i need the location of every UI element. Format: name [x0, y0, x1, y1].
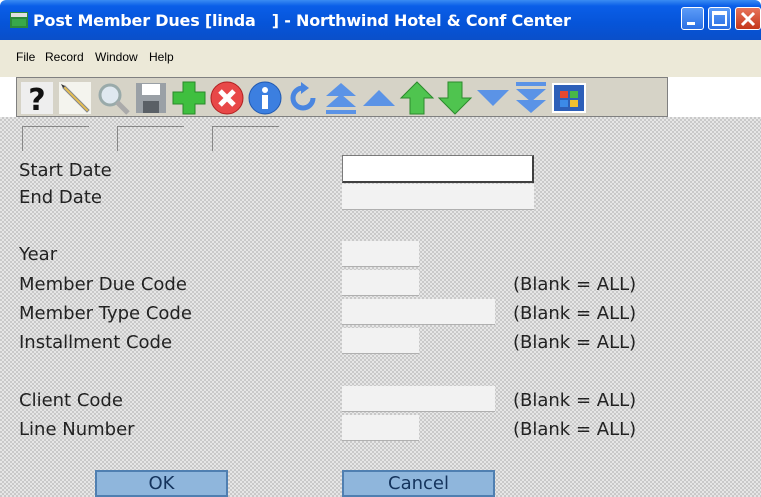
help-icon[interactable]: ?	[19, 80, 55, 118]
year-field[interactable]	[342, 241, 419, 267]
first-record-icon[interactable]	[323, 80, 359, 116]
client-code-field[interactable]	[342, 386, 495, 412]
menu-record[interactable]: Record	[45, 50, 84, 64]
member-due-code-label: Member Due Code	[19, 274, 187, 295]
client-code-note: (Blank = ALL)	[513, 390, 637, 411]
status-box-2	[117, 126, 184, 151]
edit-pencil-icon[interactable]	[57, 80, 93, 116]
previous-record-icon[interactable]	[361, 80, 397, 116]
toolbar: ?	[16, 77, 668, 118]
next-record-icon[interactable]	[475, 80, 511, 116]
member-type-code-note: (Blank = ALL)	[513, 303, 637, 324]
info-icon[interactable]	[247, 80, 283, 116]
menu-file[interactable]: File	[16, 50, 35, 64]
installment-code-field[interactable]	[342, 328, 419, 354]
windows-flag-icon[interactable]	[551, 80, 587, 116]
line-number-label: Line Number	[19, 419, 135, 440]
refresh-icon[interactable]	[285, 80, 321, 116]
line-number-field[interactable]	[342, 415, 419, 441]
member-due-code-note: (Blank = ALL)	[513, 274, 637, 295]
save-disk-icon[interactable]	[133, 80, 169, 116]
page-up-icon[interactable]	[399, 80, 435, 116]
installment-code-label: Installment Code	[19, 332, 173, 353]
cancel-button[interactable]: Cancel	[342, 470, 495, 497]
delete-x-icon[interactable]	[209, 80, 245, 116]
app-icon	[10, 12, 28, 28]
page-down-icon[interactable]	[437, 80, 473, 116]
member-type-code-label: Member Type Code	[19, 303, 192, 324]
menu-help[interactable]: Help	[149, 50, 174, 64]
menu-bar: File Record Window Help	[0, 40, 761, 77]
end-date-field[interactable]	[342, 184, 534, 210]
last-record-icon[interactable]	[513, 80, 549, 116]
member-due-code-field[interactable]	[342, 270, 419, 296]
title-bar[interactable]: Post Member Dues [linda ] - Northwind Ho…	[0, 0, 761, 40]
ok-button[interactable]: OK	[95, 470, 228, 497]
menu-window[interactable]: Window	[95, 50, 138, 64]
end-date-label: End Date	[19, 187, 102, 208]
window-title: Post Member Dues [linda ] - Northwind Ho…	[33, 11, 571, 30]
close-icon[interactable]	[735, 7, 761, 30]
member-type-code-field[interactable]	[342, 299, 495, 325]
minimize-icon[interactable]	[681, 7, 704, 30]
start-date-label: Start Date	[19, 160, 112, 181]
status-box-3	[212, 126, 279, 151]
line-number-note: (Blank = ALL)	[513, 419, 637, 440]
year-label: Year	[19, 244, 58, 265]
client-code-label: Client Code	[19, 390, 123, 411]
svg-text:?: ?	[28, 83, 45, 116]
installment-code-note: (Blank = ALL)	[513, 332, 637, 353]
status-box-1	[22, 126, 89, 151]
maximize-icon[interactable]	[708, 7, 731, 30]
search-magnifier-icon[interactable]	[95, 80, 131, 116]
add-plus-icon[interactable]	[171, 80, 207, 116]
start-date-field[interactable]	[342, 155, 534, 183]
